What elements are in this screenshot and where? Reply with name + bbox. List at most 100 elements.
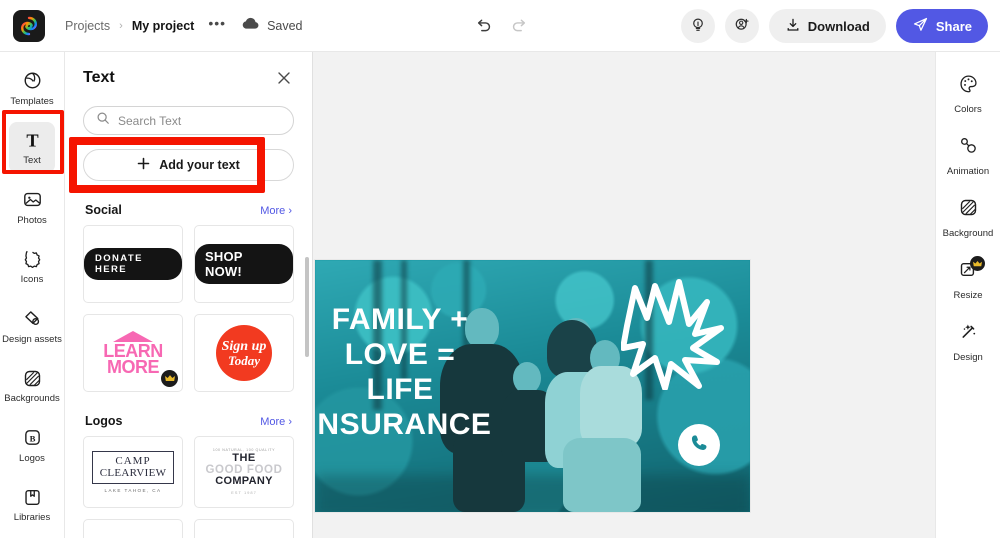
ideas-button[interactable] [680,9,715,43]
sidebar-item-templates[interactable]: Templates [9,62,55,114]
section-more-link-logos[interactable]: More › [260,416,292,428]
logo-sub: LAKE TAHOE, CA [104,487,162,493]
right-item-design[interactable]: Design [941,312,995,372]
save-status: Saved [242,16,303,35]
sidebar-item-logos[interactable]: B Logos [9,419,55,471]
asset-label: DONATE HERE [84,248,182,280]
asset-label-line2: MORE [107,356,159,377]
sidebar-label: Photos [17,214,47,226]
donate-here-asset[interactable]: DONATE HERE [83,225,183,303]
sidebar-label: Logos [19,452,45,464]
adobe-express-logo-icon[interactable] [13,9,45,42]
panel-header: Text [65,52,312,94]
icons-burst-icon [21,248,43,270]
good-food-graphic: 100 NATURAL, 100 QUALITY THE GOOD FOOD C… [206,448,283,495]
redo-arrow-icon[interactable] [506,12,532,38]
logos-b-icon: B [21,427,43,449]
artboard-headline[interactable]: FAMILY + LOVE = LIFE INSURANCE [315,302,530,442]
invite-button[interactable] [724,9,759,43]
user-add-icon [733,16,751,37]
sidebar-item-design-assets[interactable]: Design assets [2,300,62,352]
logos-asset-grid: CAMP CLEARVIEW LAKE TAHOE, CA 100 NATURA… [83,436,294,538]
add-text-area: Add your text [69,137,294,193]
share-button[interactable]: Share [895,9,988,43]
headline-line-1: FAMILY + [331,303,469,336]
right-item-background[interactable]: Background [941,188,995,248]
templates-icon [21,70,43,92]
right-item-animation[interactable]: Animation [941,126,995,186]
top-bar: Projects › My project ••• Saved Download… [0,0,1000,52]
right-item-resize[interactable]: Resize [941,250,995,310]
premium-crown-icon [161,370,178,387]
text-panel: Text A [65,52,313,538]
premium-crown-icon [970,256,985,271]
section-title: Social [85,203,122,217]
sign-up-badge-graphic: Sign up Today [216,325,272,381]
svg-text:T: T [26,130,38,150]
save-status-label: Saved [267,18,303,33]
design-assets-icon [21,308,43,330]
send-plane-icon [912,16,929,36]
download-button[interactable]: Download [768,9,886,43]
sidebar-label: Text [23,155,41,166]
search-icon [96,111,110,130]
learn-more-asset[interactable]: LEARN MORE [83,314,183,392]
download-icon [785,17,801,36]
backgrounds-icon [21,367,43,389]
sidebar-item-photos[interactable]: Photos [9,181,55,233]
section-more-link-social[interactable]: More › [260,205,292,217]
close-icon[interactable] [274,68,294,88]
right-item-colors[interactable]: Colors [941,64,995,124]
sidebar-item-icons[interactable]: Icons [9,241,55,293]
panel-title: Text [83,69,115,86]
sidebar-label: Templates [10,95,54,107]
search-text-field[interactable] [83,106,294,135]
add-your-text-button[interactable]: Add your text [83,149,294,181]
canvas-stage[interactable]: FAMILY + LOVE = LIFE INSURANCE [313,52,935,538]
logo-asset-placeholder[interactable] [83,519,183,538]
breadcrumb-current-project[interactable]: My project [132,19,195,33]
breadcrumb-projects-link[interactable]: Projects [65,19,110,33]
logo-asset-placeholder[interactable] [194,519,294,538]
section-header-logos: Logos More › [85,414,292,428]
top-bar-actions: Download Share [680,9,988,43]
sidebar-item-backgrounds[interactable]: Backgrounds [4,360,60,412]
logo-line1: CAMP [115,455,151,468]
right-item-label: Design [953,352,983,364]
logo-sub: EST 1987 [231,489,257,495]
design-artboard[interactable]: FAMILY + LOVE = LIFE INSURANCE [315,260,750,512]
good-food-company-logo[interactable]: 100 NATURAL, 100 QUALITY THE GOOD FOOD C… [194,436,294,508]
panel-scrollbar[interactable] [305,257,309,357]
section-header-social: Social More › [85,203,292,217]
magic-wand-icon [958,321,979,347]
sign-up-today-asset[interactable]: Sign up Today [194,314,294,392]
right-item-label: Colors [954,104,982,116]
starburst-graphic[interactable] [620,278,726,391]
plus-icon [137,157,150,173]
headline-line-3: LIFE [366,373,434,407]
breadcrumb: Projects › My project [65,19,194,33]
social-asset-grid: DONATE HERE SHOP NOW! LEARN MORE Sign up… [83,225,294,392]
svg-text:B: B [29,433,35,443]
sidebar-item-text[interactable]: T Text [9,121,55,173]
logo-line3: COMPANY [215,475,273,488]
phone-call-badge[interactable] [678,424,720,466]
lightbulb-icon [689,16,707,37]
left-tool-rail: Templates T Text Photos Icons Design ass… [0,52,65,538]
history-controls [470,12,532,38]
search-input[interactable] [118,113,281,128]
more-options-button[interactable]: ••• [208,16,226,32]
phone-icon [689,432,710,458]
headline-line-2: LOVE = [344,338,456,372]
color-palette-icon [958,73,979,99]
logo-line1: THE [232,451,256,464]
shop-now-asset[interactable]: SHOP NOW! [194,225,294,303]
download-button-label: Download [807,18,870,34]
asset-label: SHOP NOW! [195,244,293,284]
sidebar-item-libraries[interactable]: Libraries [9,479,55,531]
undo-arrow-icon[interactable] [470,12,496,38]
camp-clearview-logo[interactable]: CAMP CLEARVIEW LAKE TAHOE, CA [83,436,183,508]
asset-label-line1: Sign up [221,338,267,354]
breadcrumb-separator: › [119,19,123,32]
sidebar-label: Icons [20,274,44,285]
